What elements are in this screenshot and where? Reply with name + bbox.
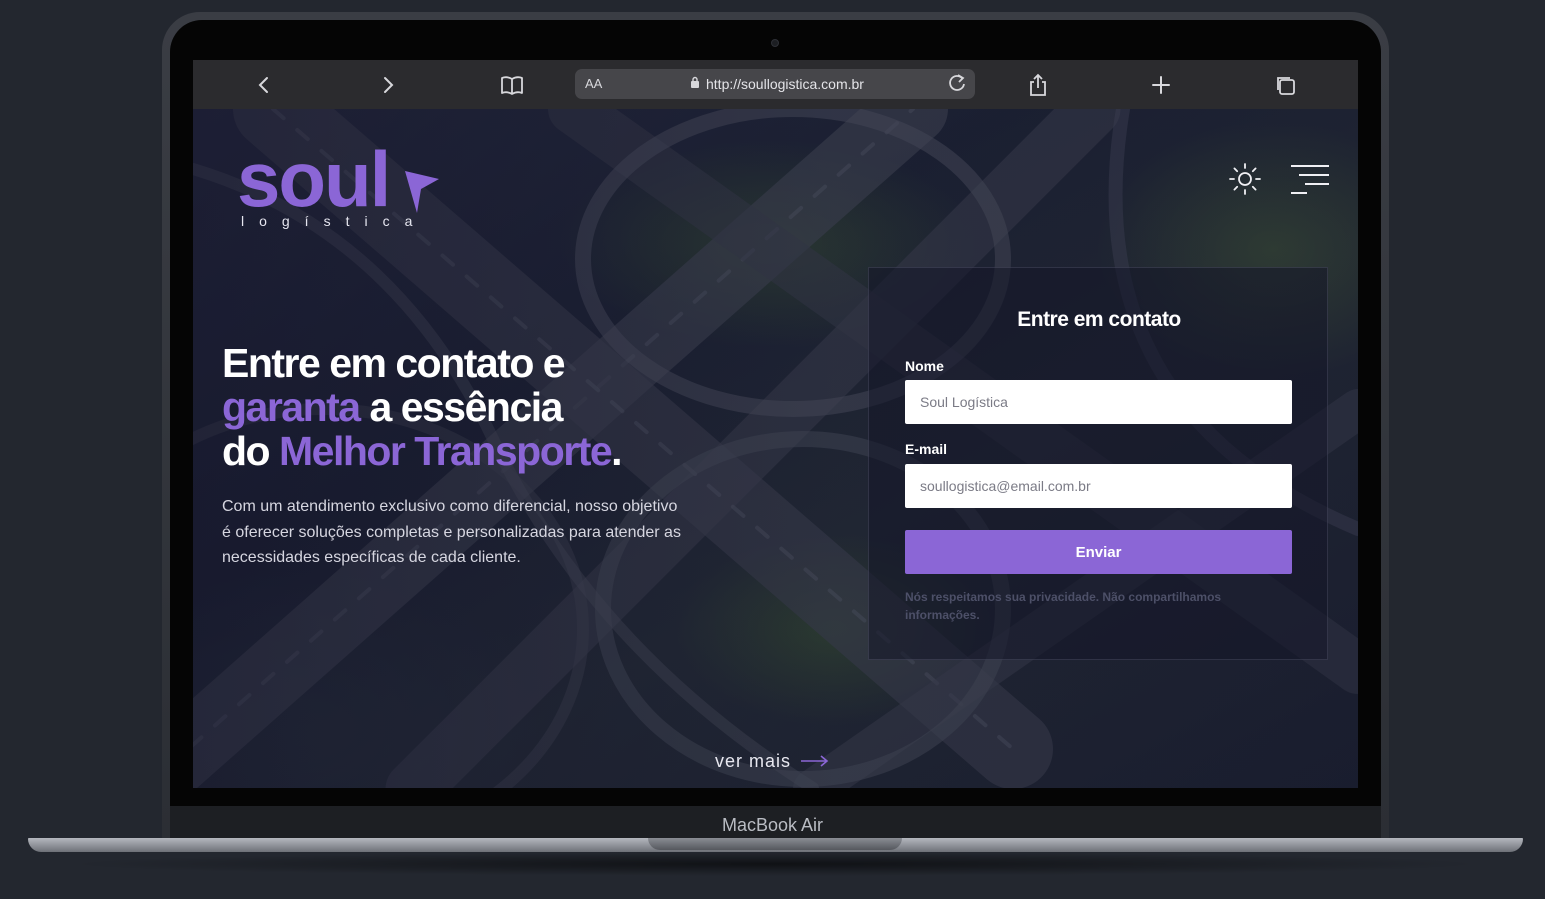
hero-title-line-1: Entre em contato e <box>222 340 566 386</box>
reload-icon[interactable] <box>947 72 967 100</box>
hero-accent-garanta: garanta <box>222 384 361 430</box>
address-bar[interactable]: AA http://soullogistica.com.br <box>575 69 975 99</box>
name-label: Nome <box>905 358 944 374</box>
url-text: http://soullogistica.com.br <box>706 76 864 92</box>
name-input[interactable] <box>905 380 1292 424</box>
camera-icon <box>771 39 779 47</box>
hero-title-line-2: garanta a essência <box>222 385 621 429</box>
book-icon[interactable] <box>498 71 526 99</box>
ver-mais-link[interactable]: ver mais <box>715 751 791 772</box>
arrow-right-icon[interactable] <box>801 754 829 768</box>
device-label: MacBook Air <box>721 815 824 835</box>
sun-icon[interactable] <box>1227 161 1263 197</box>
submit-button[interactable]: Enviar <box>905 530 1292 574</box>
hero-line-2-rest: a essência <box>359 384 564 430</box>
hero-line-3-end: . <box>611 428 622 474</box>
reader-button[interactable]: AA <box>585 76 602 91</box>
lock-icon <box>690 76 700 92</box>
page-content: soul logística Entre em contato e garant… <box>193 109 1358 788</box>
hero-title-line-3: do Melhor Transporte. <box>222 428 623 474</box>
privacy-note: Nós respeitamos sua privacidade. Não com… <box>905 590 1222 622</box>
contact-title: Entre em contato <box>1017 308 1181 331</box>
chevron-left-icon[interactable] <box>250 71 278 99</box>
browser-toolbar: AA http://soullogistica.com.br <box>193 60 1358 109</box>
email-input[interactable] <box>905 464 1292 508</box>
logo-arrow-icon <box>405 171 439 213</box>
laptop-shadow <box>60 852 1490 876</box>
hero-accent-transporte: Melhor Transporte <box>278 428 613 474</box>
email-label: E-mail <box>905 441 948 457</box>
share-icon[interactable] <box>1024 71 1052 99</box>
hero-title: Entre em contato e garanta a essência do… <box>222 340 623 474</box>
menu-icon[interactable] <box>1291 165 1329 195</box>
tabs-icon[interactable] <box>1272 71 1300 99</box>
screen: AA http://soullogistica.com.br soul logí… <box>193 60 1358 788</box>
hero-description: Com um atendimento exclusivo como difere… <box>222 498 681 566</box>
laptop-base-notch <box>648 838 902 850</box>
plus-icon[interactable] <box>1147 71 1175 99</box>
contact-form-card: Entre em contato Nome E-mail Enviar Nós … <box>868 267 1328 660</box>
chevron-right-icon[interactable] <box>374 71 402 99</box>
hero-line-3-start: do <box>222 428 279 474</box>
